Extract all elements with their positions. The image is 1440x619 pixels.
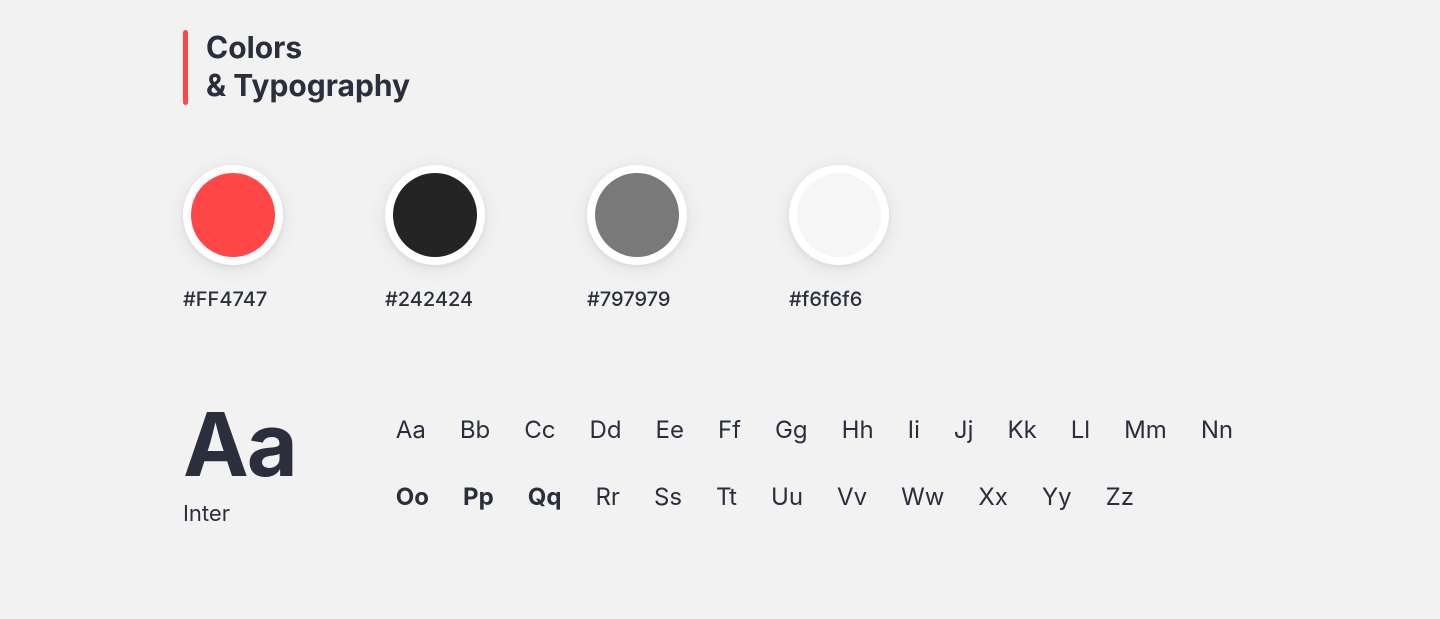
swatch-label: #FF4747 [183, 287, 267, 311]
alphabet-pair: Vv [837, 482, 867, 511]
alphabet-pair: Qq [528, 482, 562, 511]
color-swatch: #f6f6f6 [789, 165, 889, 311]
title-line-2: & Typography [206, 68, 410, 106]
alphabet-pair: Oo [396, 482, 429, 511]
alphabet-pair: Ss [654, 482, 682, 511]
color-swatches: #FF4747 #242424 #797979 #f6f6f6 [183, 165, 1440, 311]
alphabet-pair: Gg [775, 415, 808, 444]
swatch-ring [385, 165, 485, 265]
color-swatch: #797979 [587, 165, 687, 311]
alphabet-pair: Kk [1007, 415, 1036, 444]
alphabet-pair: Cc [524, 415, 555, 444]
swatch-fill [797, 173, 881, 257]
alphabet-pair: Mm [1124, 415, 1167, 444]
color-swatch: #242424 [385, 165, 485, 311]
swatch-fill [393, 173, 477, 257]
font-sample: Aa Inter [183, 401, 296, 527]
color-swatch: #FF4747 [183, 165, 283, 311]
alphabet-pair: Rr [595, 482, 619, 511]
alphabet-pair: Pp [463, 482, 494, 511]
swatch-label: #797979 [587, 287, 670, 311]
swatch-fill [595, 173, 679, 257]
swatch-fill [191, 173, 275, 257]
alphabet-pair: Xx [978, 482, 1007, 511]
alphabet-pair: Aa [396, 415, 426, 444]
alphabet-pair: Zz [1106, 482, 1134, 511]
accent-bar [183, 30, 188, 105]
alphabet-pair: Jj [954, 415, 974, 444]
swatch-label: #f6f6f6 [789, 287, 862, 311]
alphabet-pair: Hh [842, 415, 874, 444]
alphabet-grid: Aa Bb Cc Dd Ee Ff Gg Hh Ii Jj Kk Ll Mm Nn Oo Pp Qq Rr Ss T… [396, 401, 1233, 527]
alphabet-pair: Yy [1042, 482, 1072, 511]
alphabet-pair: Ee [656, 415, 684, 444]
font-name: Inter [183, 501, 296, 527]
alphabet-pair: Tt [716, 482, 737, 511]
alphabet-row-1: Aa Bb Cc Dd Ee Ff Gg Hh Ii Jj Kk Ll Mm Nn [396, 415, 1233, 444]
alphabet-pair: Dd [590, 415, 622, 444]
alphabet-pair: Nn [1201, 415, 1233, 444]
alphabet-pair: Ll [1071, 415, 1090, 444]
section-title: Colors & Typography [206, 30, 410, 105]
alphabet-row-2: Oo Pp Qq Rr Ss Tt Uu Vv Ww Xx Yy Zz [396, 482, 1233, 511]
section-header: Colors & Typography [183, 30, 1440, 105]
font-sample-glyph: Aa [183, 401, 296, 489]
alphabet-pair: Ii [908, 415, 920, 444]
swatch-label: #242424 [385, 287, 473, 311]
swatch-ring [587, 165, 687, 265]
typography-section: Aa Inter Aa Bb Cc Dd Ee Ff Gg Hh Ii Jj Kk Ll Mm Nn Oo… [183, 401, 1440, 527]
title-line-1: Colors [206, 30, 410, 68]
alphabet-pair: Bb [460, 415, 490, 444]
swatch-ring [789, 165, 889, 265]
alphabet-pair: Ww [901, 482, 944, 511]
alphabet-pair: Uu [771, 482, 803, 511]
alphabet-pair: Ff [718, 415, 741, 444]
swatch-ring [183, 165, 283, 265]
